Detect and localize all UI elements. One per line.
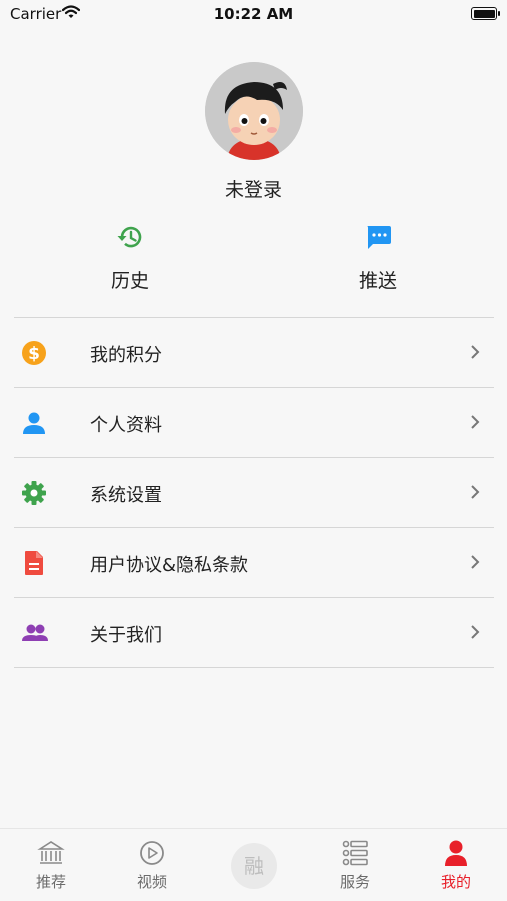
menu-item-agreement[interactable]: 用户协议&隐私条款 (14, 528, 494, 598)
menu-item-label: 关于我们 (90, 625, 162, 646)
push-label: 推送 (358, 270, 397, 292)
tab-label: 推荐 (35, 873, 66, 891)
chevron-right-icon (470, 484, 480, 504)
history-label: 历史 (110, 270, 149, 292)
person-icon (21, 410, 47, 436)
menu-item-about[interactable]: 关于我们 (14, 598, 494, 668)
message-icon (318, 222, 438, 252)
chevron-right-icon (470, 624, 480, 644)
document-icon (21, 550, 47, 576)
svg-text:$: $ (28, 344, 40, 364)
list-icon (315, 839, 395, 867)
center-logo-button[interactable]: 融 (231, 843, 277, 889)
status-time: 10:22 AM (213, 5, 294, 23)
tab-label: 服务 (339, 873, 370, 891)
menu-item-points[interactable]: $ 我的积分 (14, 318, 494, 388)
tab-mine[interactable]: 我的 (416, 839, 496, 892)
menu-item-label: 系统设置 (90, 485, 162, 506)
battery-icon (471, 7, 500, 20)
menu-item-label: 用户协议&隐私条款 (90, 555, 249, 576)
play-icon (112, 839, 192, 867)
push-button[interactable]: 推送 (318, 222, 438, 293)
bank-icon (11, 839, 91, 867)
gear-icon (21, 480, 47, 506)
settings-menu: $ 我的积分 个人资料 系统设置 用户协议&隐私条款 关于我们 (14, 317, 494, 668)
chevron-right-icon (470, 344, 480, 364)
menu-item-profile[interactable]: 个人资料 (14, 388, 494, 458)
history-icon (70, 222, 190, 252)
center-logo-icon: 融 (244, 854, 264, 878)
cartoon-avatar-icon (205, 62, 303, 160)
group-icon (21, 620, 48, 646)
history-button[interactable]: 历史 (70, 222, 190, 293)
menu-item-label: 我的积分 (90, 345, 162, 366)
menu-item-settings[interactable]: 系统设置 (14, 458, 494, 528)
tab-label: 我的 (440, 873, 471, 891)
tab-label: 视频 (136, 873, 167, 891)
tab-service[interactable]: 服务 (315, 839, 395, 892)
tab-recommend[interactable]: 推荐 (11, 839, 91, 892)
avatar[interactable] (205, 62, 303, 160)
tab-video[interactable]: 视频 (112, 839, 192, 892)
user-icon (416, 839, 496, 867)
login-status-label[interactable]: 未登录 (0, 175, 507, 202)
status-bar: Carrier 10:22 AM (0, 0, 507, 28)
coin-icon: $ (21, 340, 47, 366)
chevron-right-icon (470, 554, 480, 574)
chevron-right-icon (470, 414, 480, 434)
menu-item-label: 个人资料 (90, 415, 162, 436)
